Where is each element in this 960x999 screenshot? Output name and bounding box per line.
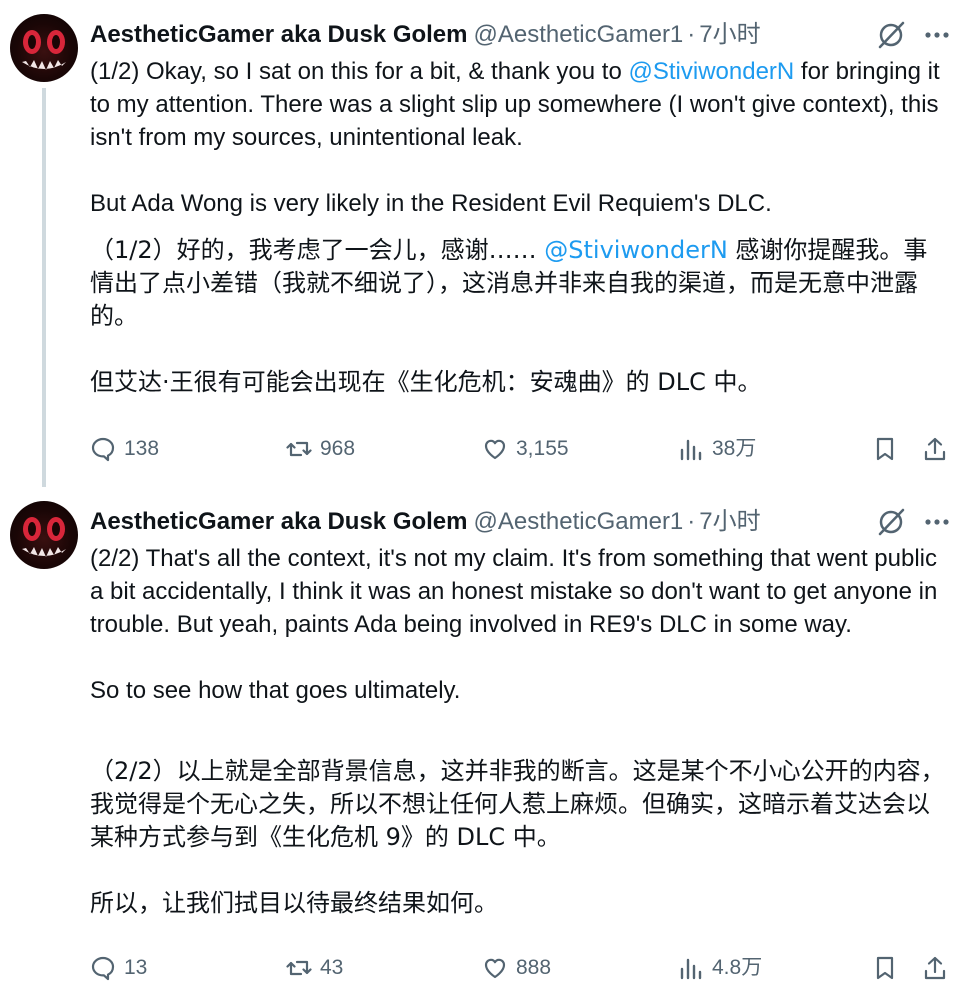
reply-button[interactable]: 13 [90,951,147,985]
translated-text: （1/2）好的，我考虑了一会儿，感谢…… @StiviwonderN 感谢你提醒… [90,234,946,399]
translation-paragraph: （1/2）好的，我考虑了一会儿，感谢…… @StiviwonderN 感谢你提醒… [90,234,946,333]
repost-button[interactable]: 43 [286,951,343,985]
like-count: 3,155 [516,437,569,460]
translation-paragraph: （2/2）以上就是全部背景信息，这并非我的断言。这是某个不小心公开的内容，我觉得… [90,757,945,851]
separator: · [687,508,696,535]
tweet-paragraph: But Ada Wong is very likely in the Resid… [90,190,772,217]
views-icon [680,958,702,980]
views-icon [680,439,702,461]
timestamp[interactable]: 7小时 [699,21,760,48]
author-handle[interactable]: @AestheticGamer1 [474,21,684,48]
repost-icon [286,960,312,976]
repost-count: 968 [320,437,356,460]
repost-icon [286,441,312,457]
text-segment: （1/2）好的，我考虑了一会儿，感谢…… [90,236,545,264]
grok-icon[interactable] [876,507,906,537]
heart-icon [484,958,506,979]
tweet-paragraph: (2/2) That's all the context, it's not m… [90,545,938,638]
like-count: 888 [516,956,552,979]
reply-count: 138 [124,437,160,460]
translation-paragraph: 所以，让我们拭目以待最终结果如何。 [90,889,498,917]
view-count: 4.8万 [712,956,763,979]
reply-icon [91,956,115,981]
tweet-paragraph: So to see how that goes ultimately. [90,677,461,704]
avatar[interactable] [10,14,78,82]
reply-icon [91,437,115,462]
reply-button[interactable]: 138 [90,432,159,466]
share-icon[interactable] [922,436,948,462]
views-button[interactable]: 38万 [678,432,756,466]
mention-link[interactable]: @StiviwonderN [544,236,728,264]
view-count: 38万 [712,437,757,460]
action-bar: 13 43 888 4.8万 [90,951,950,985]
thread-line [42,88,46,487]
timestamp[interactable]: 7小时 [699,508,760,535]
tweet-paragraph: (1/2) Okay, so I sat on this for a bit, … [90,55,946,154]
like-button[interactable]: 888 [482,951,551,985]
author-name[interactable]: AestheticGamer aka Dusk Golem [90,508,468,535]
share-icon[interactable] [922,955,948,981]
tweet-2[interactable]: AestheticGamer aka Dusk Golem @AestheticG… [0,487,960,999]
tweet-header: AestheticGamer aka Dusk Golem @AestheticG… [90,18,761,52]
reply-count: 13 [124,956,148,979]
heart-icon [484,439,506,460]
tweet-text: (1/2) Okay, so I sat on this for a bit, … [90,55,946,220]
tweet-text: (2/2) That's all the context, it's not m… [90,542,946,707]
translation-paragraph: 但艾达·王很有可能会出现在《生化危机：安魂曲》的 DLC 中。 [90,368,762,396]
like-button[interactable]: 3,155 [482,432,569,466]
separator: · [687,21,696,48]
bookmark-icon[interactable] [872,436,898,462]
tweet-header: AestheticGamer aka Dusk Golem @AestheticG… [90,505,761,539]
action-bar: 138 968 3,155 38万 [90,432,950,466]
more-icon[interactable] [922,507,952,537]
views-button[interactable]: 4.8万 [678,951,762,985]
more-icon[interactable] [922,20,952,50]
grok-icon[interactable] [876,20,906,50]
bookmark-icon[interactable] [872,955,898,981]
avatar[interactable] [10,501,78,569]
author-name[interactable]: AestheticGamer aka Dusk Golem [90,21,468,48]
repost-button[interactable]: 968 [286,432,355,466]
author-handle[interactable]: @AestheticGamer1 [474,508,684,535]
repost-count: 43 [320,956,344,979]
mention-link[interactable]: @StiviwonderN [628,58,794,85]
translated-text: （2/2）以上就是全部背景信息，这并非我的断言。这是某个不小心公开的内容，我觉得… [90,755,946,920]
tweet-1[interactable]: AestheticGamer aka Dusk Golem @AestheticG… [0,0,960,487]
text-segment: (1/2) Okay, so I sat on this for a bit, … [90,58,629,85]
